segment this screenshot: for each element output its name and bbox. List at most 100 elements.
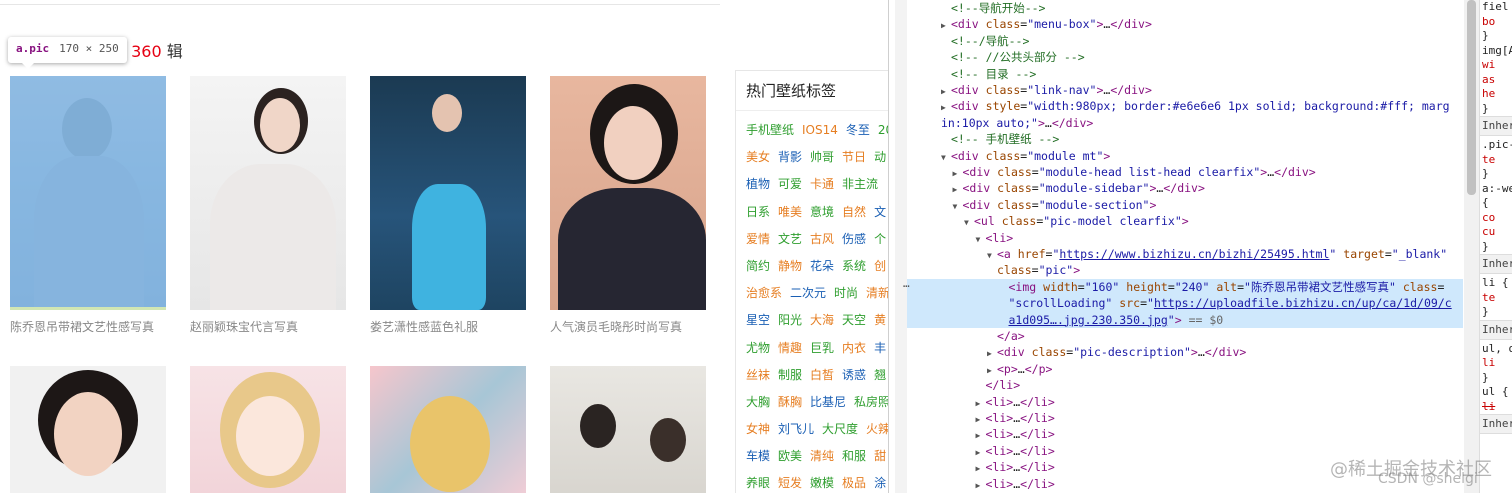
- dom-node-line[interactable]: ▶ <li>…</li>: [976, 426, 1055, 442]
- tag-link[interactable]: 意境: [810, 199, 834, 226]
- tag-link[interactable]: 大尺度: [822, 416, 858, 443]
- tag-link[interactable]: 个: [874, 226, 886, 253]
- tag-link[interactable]: 卡通: [810, 171, 834, 198]
- dom-node-line[interactable]: <!-- 目录 -->: [941, 66, 1036, 82]
- tag-link[interactable]: 短发: [778, 470, 802, 493]
- tag-link[interactable]: 二次元: [790, 280, 826, 307]
- dom-node-line[interactable]: ▶ <li>…</li>: [976, 410, 1055, 426]
- tag-link[interactable]: 古风: [810, 226, 834, 253]
- dom-node-line[interactable]: in:10px auto;">…</div>: [941, 115, 1093, 131]
- tag-link[interactable]: 阳光: [778, 307, 802, 334]
- dom-node-line[interactable]: <!--/导航-->: [941, 33, 1029, 49]
- pic-thumbnail[interactable]: [550, 366, 706, 493]
- tag-link[interactable]: 大胸: [746, 389, 770, 416]
- pic-caption[interactable]: 陈乔恩吊带裙文艺性感写真: [10, 318, 166, 335]
- tag-link[interactable]: 制服: [778, 362, 802, 389]
- dom-node-line[interactable]: a1d095….jpg.230.350.jpg"> == $0: [907, 311, 1463, 328]
- pic-caption[interactable]: 人气演员毛晓彤时尚写真: [550, 318, 706, 335]
- pic-card[interactable]: 娄艺潇性感蓝色礼服: [370, 76, 526, 335]
- tag-link[interactable]: 系统: [842, 253, 866, 280]
- tag-link[interactable]: 手机壁纸: [746, 117, 794, 144]
- pic-card[interactable]: [370, 366, 526, 493]
- tag-link[interactable]: 非主流: [842, 171, 878, 198]
- tag-link[interactable]: 极品: [842, 470, 866, 493]
- pic-card[interactable]: 陈乔恩吊带裙文艺性感写真: [10, 76, 166, 335]
- dom-node-line[interactable]: ▼ <ul class="pic-model clearfix">: [964, 213, 1189, 229]
- tag-link[interactable]: 酥胸: [778, 389, 802, 416]
- tag-link[interactable]: 女神: [746, 416, 770, 443]
- dom-node-line[interactable]: ▶ <li>…</li>: [976, 394, 1055, 410]
- tag-link[interactable]: 诱惑: [842, 362, 866, 389]
- tag-link[interactable]: 冬至: [846, 117, 870, 144]
- tag-link[interactable]: 文: [874, 199, 886, 226]
- styles-pane[interactable]: fiel bo}img[A wi as he}Inheri.pic- te}a:…: [1479, 0, 1512, 493]
- tag-link[interactable]: 尤物: [746, 335, 770, 362]
- elements-tree[interactable]: <!--导航开始--> ▶ <div class="menu-box">…</div…: [889, 0, 1463, 493]
- tag-link[interactable]: 动: [874, 144, 886, 171]
- tag-link[interactable]: 可爱: [778, 171, 802, 198]
- tag-link[interactable]: 欧美: [778, 443, 802, 470]
- pic-thumbnail[interactable]: [10, 366, 166, 493]
- tag-link[interactable]: 翘: [874, 362, 886, 389]
- dom-node-line[interactable]: ▶ <li>…</li>: [976, 476, 1055, 492]
- tag-link[interactable]: 节日: [842, 144, 866, 171]
- tag-link[interactable]: 清纯: [810, 443, 834, 470]
- pic-thumbnail[interactable]: [10, 76, 166, 310]
- dom-node-line[interactable]: </a>: [987, 328, 1025, 344]
- pic-card[interactable]: [10, 366, 166, 493]
- tag-link[interactable]: 时尚: [834, 280, 858, 307]
- collapsed-triangle-icon[interactable]: ▶: [976, 478, 986, 493]
- tag-link[interactable]: 巨乳: [810, 335, 834, 362]
- node-actions-icon[interactable]: …: [903, 277, 910, 290]
- dom-node-line[interactable]: <!-- //公共头部分 -->: [941, 49, 1085, 65]
- tag-link[interactable]: 天空: [842, 307, 866, 334]
- tag-link[interactable]: 清新: [866, 280, 888, 307]
- tag-link[interactable]: 涂: [874, 470, 886, 493]
- tag-link[interactable]: 日系: [746, 199, 770, 226]
- tag-link[interactable]: 帅哥: [810, 144, 834, 171]
- dom-node-line[interactable]: class="pic">: [987, 262, 1080, 278]
- dom-node-line[interactable]: ▼ <div class="module mt">: [941, 148, 1110, 164]
- dom-node-line[interactable]: "scrollLoading" src="https://uploadfile.…: [907, 295, 1463, 312]
- tag-link[interactable]: 和服: [842, 443, 866, 470]
- tag-link[interactable]: 甜: [874, 443, 886, 470]
- dom-node-line[interactable]: ▼ <li>: [976, 230, 1014, 246]
- tag-link[interactable]: 星空: [746, 307, 770, 334]
- tag-link[interactable]: 自然: [842, 199, 866, 226]
- dom-node-line[interactable]: ▶ <div class="module-head list-head clear…: [953, 164, 1316, 180]
- pic-card[interactable]: 人气演员毛晓彤时尚写真: [550, 76, 706, 335]
- pic-caption[interactable]: 赵丽颖珠宝代言写真: [190, 318, 346, 335]
- dom-node-line[interactable]: ▶ <p>…</p>: [987, 361, 1052, 377]
- tag-link[interactable]: 黄: [874, 307, 886, 334]
- expanded-triangle-icon[interactable]: ▼: [941, 150, 951, 166]
- dom-node-line[interactable]: ▶ <li>…</li>: [976, 459, 1055, 475]
- dom-node-line[interactable]: <!-- 手机壁纸 -->: [941, 131, 1059, 147]
- expanded-triangle-icon[interactable]: ▼: [976, 232, 986, 248]
- tag-link[interactable]: 白皙: [810, 362, 834, 389]
- scrollbar-thumb[interactable]: [1467, 0, 1476, 195]
- tag-link[interactable]: 文艺: [778, 226, 802, 253]
- tag-link[interactable]: 情趣: [778, 335, 802, 362]
- dom-node-line[interactable]: ▶ <li>…</li>: [976, 443, 1055, 459]
- tag-link[interactable]: 治愈系: [746, 280, 782, 307]
- tag-link[interactable]: 简约: [746, 253, 770, 280]
- dom-node-line[interactable]: </li>: [976, 377, 1021, 393]
- expanded-triangle-icon[interactable]: ▼: [953, 199, 963, 215]
- pic-card[interactable]: [550, 366, 706, 493]
- tag-link[interactable]: 刘飞儿: [778, 416, 814, 443]
- tag-link[interactable]: 火辣: [866, 416, 888, 443]
- dom-node-line[interactable]: ▶ <div class="link-nav">…</div>: [941, 82, 1152, 98]
- tag-link[interactable]: 背影: [778, 144, 802, 171]
- dom-node-line[interactable]: ▼ <a href="https://www.bizhizu.cn/bizhi/2…: [987, 246, 1447, 262]
- tag-link[interactable]: 养眼: [746, 470, 770, 493]
- tag-link[interactable]: 花朵: [810, 253, 834, 280]
- pic-thumbnail[interactable]: [370, 76, 526, 310]
- expanded-triangle-icon[interactable]: ▼: [964, 215, 974, 231]
- tag-link[interactable]: 丝袜: [746, 362, 770, 389]
- tag-link[interactable]: 20: [878, 117, 888, 144]
- pic-caption[interactable]: 娄艺潇性感蓝色礼服: [370, 318, 526, 335]
- pic-thumbnail[interactable]: [550, 76, 706, 310]
- pic-card[interactable]: [190, 366, 346, 493]
- pic-thumbnail[interactable]: [190, 366, 346, 493]
- tag-link[interactable]: 创: [874, 253, 886, 280]
